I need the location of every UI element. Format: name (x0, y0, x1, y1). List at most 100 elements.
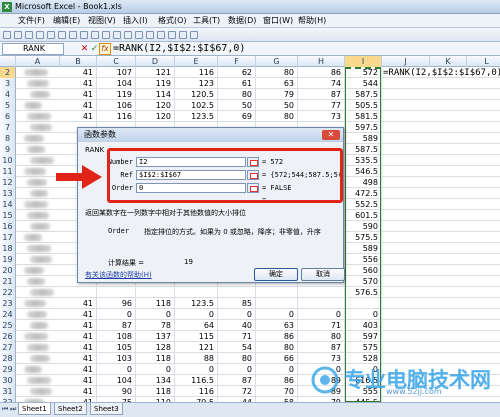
cell-e[interactable]: 88 (175, 353, 218, 364)
cell-c[interactable]: 96 (97, 298, 136, 309)
cell-c[interactable]: 119 (97, 89, 136, 100)
menu-window[interactable]: 窗口(W) (263, 15, 293, 27)
row-header[interactable]: 13 (0, 188, 16, 199)
cell-h[interactable]: 73 (298, 353, 345, 364)
cell-h[interactable]: 74 (298, 78, 345, 89)
cell-c[interactable]: 103 (97, 353, 136, 364)
redacted-name-cell[interactable] (27, 278, 45, 285)
cell-h[interactable]: 80 (298, 331, 345, 342)
row-header[interactable]: 2 (0, 67, 16, 78)
redacted-name-cell[interactable] (30, 322, 48, 329)
redacted-name-cell[interactable] (27, 212, 49, 219)
cell-g[interactable] (256, 287, 298, 298)
menu-format[interactable]: 格式(O) (158, 15, 187, 27)
redacted-name-cell[interactable] (24, 102, 42, 109)
row-header[interactable]: 31 (0, 386, 16, 397)
cell-e[interactable]: 123.5 (175, 298, 218, 309)
cell-d[interactable]: 114 (136, 89, 175, 100)
row-header[interactable]: 18 (0, 243, 16, 254)
row-header[interactable]: 30 (0, 375, 16, 386)
cell-b[interactable]: 41 (60, 111, 97, 122)
redacted-name-cell[interactable] (24, 267, 44, 274)
cell-h[interactable] (298, 287, 345, 298)
cell-g[interactable]: 80 (256, 342, 298, 353)
redacted-name-cell[interactable] (30, 388, 52, 395)
cell-g[interactable]: 80 (256, 111, 298, 122)
redacted-name-cell[interactable] (27, 377, 51, 384)
cell-g[interactable]: 66 (256, 353, 298, 364)
row-header[interactable]: 9 (0, 144, 16, 155)
row-header[interactable]: 4 (0, 89, 16, 100)
cell-e[interactable]: 121 (175, 342, 218, 353)
cell-f[interactable]: 0 (218, 309, 256, 320)
row-header[interactable]: 29 (0, 364, 16, 375)
redacted-name-cell[interactable] (30, 256, 52, 263)
cell-g[interactable] (256, 298, 298, 309)
cell-h[interactable]: 86 (298, 67, 345, 78)
select-all-corner[interactable] (0, 56, 16, 67)
cell-b[interactable]: 41 (60, 364, 97, 375)
cell-e[interactable]: 123.5 (175, 111, 218, 122)
cell-d[interactable]: 119 (136, 78, 175, 89)
cell-g[interactable]: 0 (256, 309, 298, 320)
cell-c[interactable] (97, 287, 136, 298)
cell-c[interactable]: 108 (97, 331, 136, 342)
cell-d[interactable]: 118 (136, 298, 175, 309)
cell-f[interactable]: 61 (218, 78, 256, 89)
cell-f[interactable]: 80 (218, 353, 256, 364)
save-icon[interactable] (25, 31, 33, 39)
cell-e[interactable]: 0 (175, 309, 218, 320)
redacted-name-cell[interactable] (24, 201, 48, 208)
redacted-name-cell[interactable] (27, 311, 47, 318)
cell-b[interactable]: 41 (60, 331, 97, 342)
column-header-f[interactable]: F (218, 56, 256, 67)
cancel-button[interactable]: 取消 (301, 268, 345, 281)
last-sheet-icon[interactable]: ⏭ (10, 404, 16, 414)
cell-e[interactable]: 123 (175, 78, 218, 89)
redacted-name-cell[interactable] (27, 80, 49, 87)
copy-icon[interactable] (80, 31, 88, 39)
cell-c[interactable]: 90 (97, 386, 136, 397)
cell-c[interactable]: 106 (97, 100, 136, 111)
redacted-name-cell[interactable] (27, 113, 51, 120)
new-icon[interactable] (3, 31, 11, 39)
cell-c[interactable]: 87 (97, 320, 136, 331)
cell-e[interactable]: 64 (175, 320, 218, 331)
redacted-name-cell[interactable] (24, 300, 46, 307)
row-header[interactable]: 6 (0, 111, 16, 122)
redacted-name-cell[interactable] (30, 124, 52, 131)
sheet-tab-1[interactable]: Sheet1 (18, 403, 51, 415)
first-sheet-icon[interactable]: ⏮ (2, 404, 8, 414)
cell-h[interactable]: 0 (298, 309, 345, 320)
cell-b[interactable]: 41 (60, 67, 97, 78)
ok-button[interactable]: 确定 (254, 268, 298, 281)
cell-d[interactable]: 118 (136, 353, 175, 364)
row-header[interactable]: 8 (0, 133, 16, 144)
cell-b[interactable]: 41 (60, 386, 97, 397)
cell-e[interactable]: 116 (175, 386, 218, 397)
menu-view[interactable]: 视图(V) (88, 15, 116, 27)
cell-b[interactable]: 41 (60, 78, 97, 89)
column-header-g[interactable]: G (256, 56, 298, 67)
cell-f[interactable] (218, 287, 256, 298)
row-header[interactable]: 24 (0, 309, 16, 320)
column-header-i[interactable]: I (345, 56, 382, 67)
undo-icon[interactable] (113, 31, 121, 39)
cell-b[interactable]: 41 (60, 375, 97, 386)
cell-b[interactable]: 41 (60, 309, 97, 320)
name-box[interactable]: RANK (2, 43, 64, 55)
menu-insert[interactable]: 插入(I) (123, 15, 148, 27)
cell-c[interactable]: 0 (97, 309, 136, 320)
cell-f[interactable]: 54 (218, 342, 256, 353)
row-header[interactable]: 22 (0, 287, 16, 298)
cell-f[interactable]: 85 (218, 298, 256, 309)
redacted-name-cell[interactable] (30, 157, 54, 164)
cell-j2-formula[interactable]: =RANK(I2,$I$2:$I$67,0) (383, 68, 500, 79)
cell-g[interactable]: 0 (256, 364, 298, 375)
drawing-icon[interactable] (190, 31, 198, 39)
close-icon[interactable]: ✕ (322, 130, 340, 140)
column-header-c[interactable]: C (97, 56, 136, 67)
cell-h[interactable]: 71 (298, 320, 345, 331)
redacted-name-cell[interactable] (30, 355, 50, 362)
hyperlink-icon[interactable] (135, 31, 143, 39)
